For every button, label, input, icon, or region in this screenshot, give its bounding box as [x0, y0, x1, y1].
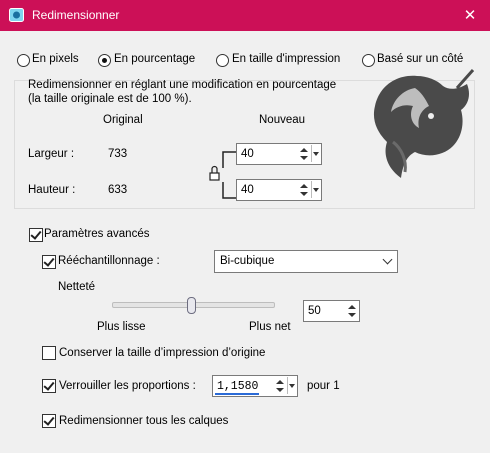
checkmark-icon [43, 379, 55, 391]
close-button[interactable]: ✕ [450, 0, 490, 31]
sharpness-label: Netteté [58, 281, 96, 293]
height-new-field[interactable]: 40 [236, 179, 322, 201]
height-dropdown-arrow[interactable] [311, 181, 320, 198]
radio-en-pixels-label: En pixels [32, 53, 79, 65]
window-title: Redimensionner [32, 8, 120, 22]
width-spin-arrows[interactable] [299, 145, 309, 163]
radio-taille-impression[interactable] [216, 54, 229, 67]
lock-ratio-label: Verrouiller les proportions : [59, 380, 196, 392]
resample-method-value: Bi-cubique [220, 255, 275, 267]
lock-ratio-checkbox[interactable] [42, 379, 56, 393]
sharpness-spin-arrows[interactable] [347, 302, 357, 320]
width-new-value: 40 [241, 148, 254, 160]
lock-icon [209, 165, 220, 181]
all-layers-checkbox[interactable] [42, 414, 56, 428]
width-dropdown-arrow[interactable] [311, 145, 320, 162]
all-layers-label: Redimensionner tous les calques [59, 415, 229, 427]
ratio-value: 1,1580 [217, 380, 259, 393]
width-new-field[interactable]: 40 [236, 143, 322, 165]
watermark-logo [373, 69, 474, 178]
radio-en-pixels[interactable] [17, 54, 30, 67]
ratio-suffix: pour 1 [307, 380, 340, 392]
ratio-field[interactable]: 1,1580 [212, 375, 298, 397]
aspect-lock-bracket[interactable] [207, 150, 237, 200]
slider-left-label: Plus lisse [97, 321, 146, 333]
width-original-value: 733 [108, 148, 128, 160]
checkmark-icon [43, 255, 55, 267]
radio-base-sur-un-cote-label: Basé sur un côté [377, 53, 464, 65]
checkmark-icon [43, 414, 55, 426]
radio-selected-dot [102, 58, 107, 63]
advanced-params-label: Paramètres avancés [44, 228, 150, 240]
height-original-value: 633 [108, 184, 128, 196]
resample-label: Rééchantillonnage : [58, 255, 160, 267]
group-description-line2: (la taille originale est de 100 %). [28, 93, 192, 105]
height-new-value: 40 [241, 184, 254, 196]
title-bar: Redimensionner ✕ [0, 0, 490, 31]
height-spin-arrows[interactable] [299, 181, 309, 199]
group-description-line1: Redimensionner en réglant une modificati… [28, 79, 337, 91]
column-nouveau-header: Nouveau [259, 114, 306, 126]
width-label: Largeur : [28, 148, 75, 160]
sharpness-value: 50 [308, 305, 321, 317]
radio-en-pourcentage[interactable] [98, 54, 111, 67]
resample-method-select[interactable]: Bi-cubique [214, 250, 398, 273]
radio-taille-impression-label: En taille d'impression [232, 53, 341, 65]
ratio-dropdown-arrow[interactable] [287, 377, 296, 394]
column-original-header: Original [103, 114, 143, 126]
resize-app-icon [9, 8, 24, 22]
sharpness-slider-thumb[interactable] [187, 297, 196, 314]
height-label: Hauteur : [28, 184, 76, 196]
radio-base-sur-un-cote[interactable] [362, 54, 375, 67]
resample-checkbox[interactable] [42, 255, 56, 269]
slider-right-label: Plus net [249, 321, 291, 333]
checkmark-icon [30, 228, 42, 240]
keep-print-size-label: Conserver la taille d’impression d’origi… [59, 347, 266, 359]
ratio-focus-underline [215, 393, 259, 395]
keep-print-size-checkbox[interactable] [42, 346, 56, 360]
radio-en-pourcentage-label: En pourcentage [114, 53, 196, 65]
sharpness-field[interactable]: 50 [303, 300, 360, 322]
ratio-spin-arrows[interactable] [275, 377, 285, 395]
advanced-params-checkbox[interactable] [29, 228, 43, 242]
chevron-down-icon [382, 254, 393, 265]
